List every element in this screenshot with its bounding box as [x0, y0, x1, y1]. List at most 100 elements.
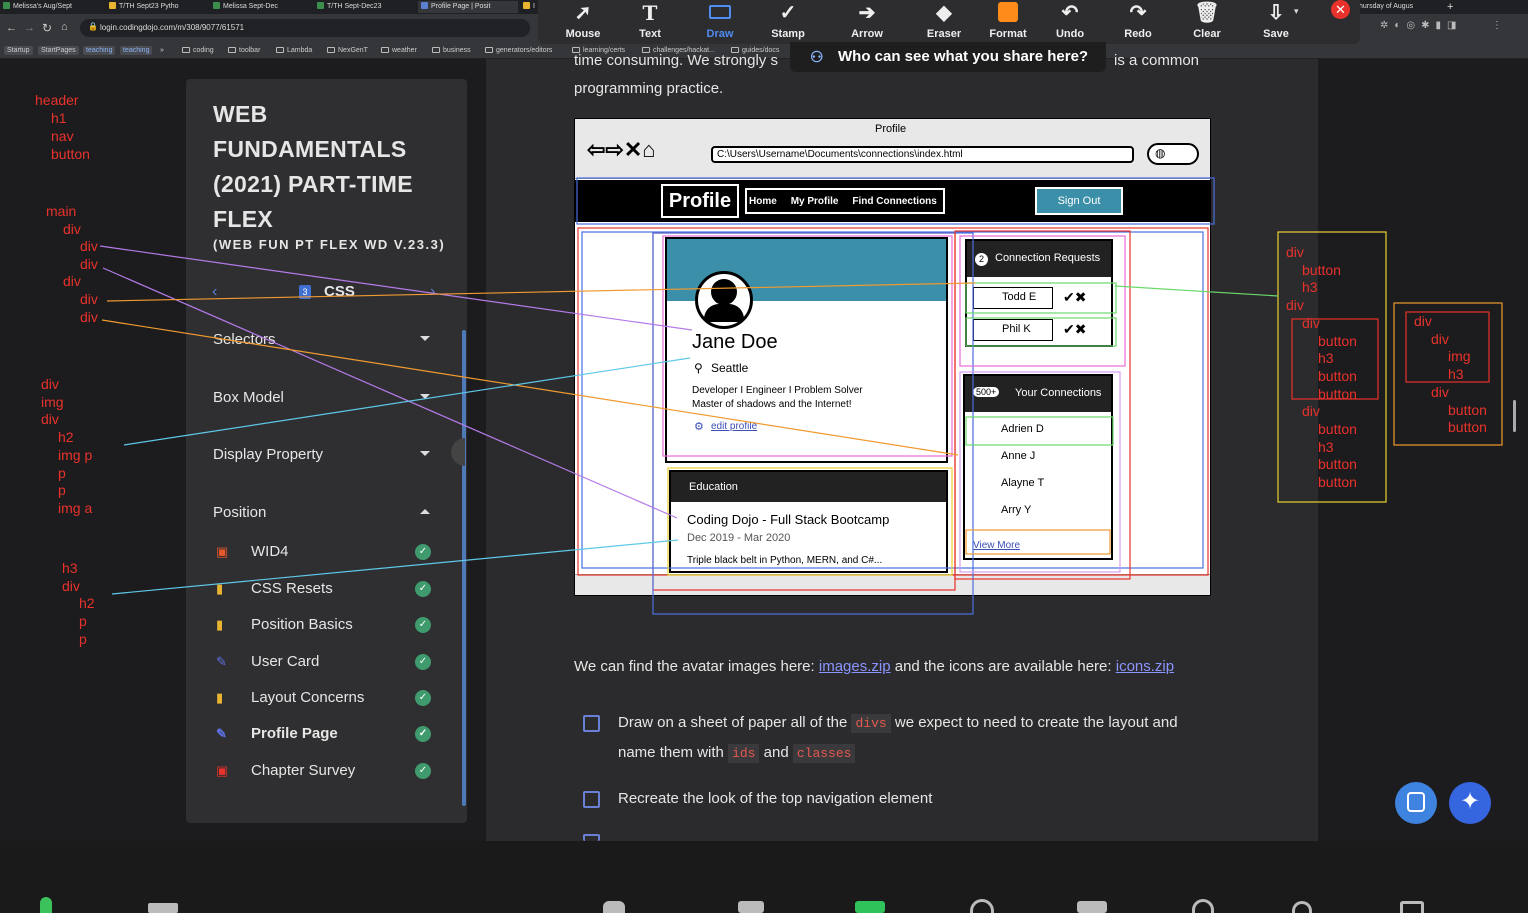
- tool-label: Text: [639, 28, 661, 40]
- drawn-box: [667, 467, 953, 576]
- images-zip-link[interactable]: images.zip: [819, 658, 891, 675]
- redo-icon: ↷: [1129, 2, 1147, 24]
- annotation-text: h3: [1318, 350, 1334, 367]
- drawn-box: [965, 416, 1114, 446]
- annotation-text: div: [1414, 313, 1432, 329]
- arrow-icon: ➔: [858, 2, 876, 24]
- share-visibility-banner[interactable]: ⚇ Who can see what you share here?: [790, 42, 1106, 72]
- drawn-arrow: [101, 319, 959, 456]
- tool-label: Undo: [1055, 28, 1085, 40]
- drawn-arrow: [106, 282, 976, 302]
- drawn-box: [576, 177, 1215, 225]
- tool-label: Clear: [1193, 28, 1221, 40]
- tool-draw[interactable]: Draw: [690, 0, 750, 44]
- reactions-icon[interactable]: [1192, 899, 1214, 913]
- task-1: Draw on a sheet of paper all of the divs…: [618, 708, 1218, 768]
- tool-stamp[interactable]: ✓ Stamp: [758, 0, 818, 44]
- task-checkbox[interactable]: [583, 834, 600, 841]
- tool-label: Format: [989, 28, 1027, 40]
- tool-text[interactable]: T Text: [620, 0, 680, 44]
- paragraph-text: We can find the avatar images here:: [574, 658, 815, 675]
- chevron-down-icon[interactable]: ▾: [1294, 6, 1299, 17]
- annotation-text: div: [1302, 403, 1320, 420]
- undo-icon: ↶: [1061, 2, 1079, 24]
- accessibility-icon: ✦: [1460, 788, 1481, 815]
- annotation-text: img: [1448, 348, 1471, 365]
- annotation-text: button: [1318, 421, 1357, 438]
- drawn-box: [965, 529, 1111, 555]
- annotation-text: button: [1318, 474, 1357, 491]
- paragraph-text: and the icons are available here:: [894, 658, 1112, 675]
- checkmark-icon: ✓: [779, 2, 797, 24]
- chat-button[interactable]: [1395, 782, 1437, 824]
- annotation-text: button: [1318, 367, 1357, 384]
- tool-redo[interactable]: ↷ Redo: [1108, 0, 1168, 44]
- drawn-arrow: [123, 357, 691, 446]
- task-checkbox[interactable]: [583, 715, 600, 732]
- microphone-icon[interactable]: [40, 897, 52, 913]
- inline-code: divs: [851, 714, 891, 733]
- tool-label: Save: [1263, 28, 1289, 40]
- annotation-connections-group: div div img h3 div button button: [1414, 313, 1487, 437]
- inline-code: classes: [792, 744, 856, 763]
- tool-format[interactable]: Format: [978, 0, 1038, 44]
- annotation-text: h3: [1318, 438, 1334, 455]
- drawn-box: [965, 282, 1117, 314]
- person-icon: ⚇: [810, 49, 824, 66]
- tool-label: Eraser: [926, 28, 962, 40]
- trash-icon: 🗑: [1194, 2, 1220, 24]
- chat-icon: [1407, 792, 1425, 812]
- annotation-text: div: [1286, 297, 1304, 314]
- tool-clear[interactable]: 🗑 Clear: [1177, 0, 1237, 44]
- drawn-arrow: [99, 245, 693, 331]
- annotation-text: button: [1448, 419, 1487, 436]
- share-visibility-text: Who can see what you share here?: [838, 48, 1089, 65]
- window-resize-handle[interactable]: [1513, 400, 1516, 432]
- tool-undo[interactable]: ↶ Undo: [1040, 0, 1100, 44]
- annotation-text: button: [1318, 385, 1357, 402]
- tool-arrow[interactable]: ➔ Arrow: [837, 0, 897, 44]
- tool-label: Mouse: [565, 28, 601, 40]
- captions-icon[interactable]: [1077, 901, 1107, 913]
- task-checkbox[interactable]: [583, 791, 600, 808]
- drawn-box: [965, 317, 1117, 347]
- icons-zip-link[interactable]: icons.zip: [1116, 658, 1174, 675]
- eraser-icon: ◆: [936, 2, 952, 24]
- tool-label: Redo: [1124, 28, 1152, 40]
- whiteboard-icon[interactable]: [1400, 901, 1424, 913]
- annotation-text: div: [1431, 383, 1449, 400]
- drawn-box: [662, 235, 953, 457]
- task-text: we expect to need to create the layout a…: [894, 714, 1178, 731]
- inline-code: ids: [728, 744, 760, 763]
- tool-mouse[interactable]: ➚ Mouse: [553, 0, 613, 44]
- chat-icon[interactable]: [738, 901, 764, 913]
- close-annotation-button[interactable]: ✕: [1331, 0, 1350, 19]
- annotation-text: div: [1286, 244, 1304, 260]
- annotation-text: button: [1448, 401, 1487, 418]
- drawn-arrow: [1114, 285, 1279, 297]
- assets-paragraph: We can find the avatar images here: imag…: [574, 652, 1174, 681]
- accessibility-button[interactable]: ✦: [1449, 782, 1491, 824]
- annotation-text: h3: [1448, 366, 1464, 383]
- task-2: Recreate the look of the top navigation …: [618, 790, 933, 807]
- drawn-box: [652, 232, 974, 615]
- tool-label: Arrow: [851, 28, 883, 40]
- text-icon: T: [642, 1, 658, 25]
- drawn-arrow: [111, 539, 679, 595]
- annotation-text: button: [1302, 261, 1341, 278]
- annotation-text: h3: [1302, 279, 1318, 296]
- annotation-text: div: [1431, 330, 1449, 347]
- apps-icon[interactable]: [1292, 901, 1312, 913]
- participants-icon[interactable]: [603, 901, 625, 913]
- draw-icon: [690, 0, 750, 26]
- share-screen-icon[interactable]: [855, 901, 885, 913]
- task-text: name them with: [618, 744, 724, 761]
- tool-label: Stamp: [771, 28, 805, 40]
- meeting-controls-bar: [0, 841, 1528, 913]
- task-text: Draw on a sheet of paper all of the: [618, 714, 848, 731]
- record-icon[interactable]: [970, 899, 994, 913]
- annotation-text: button: [1318, 456, 1357, 473]
- color-swatch-icon: [978, 0, 1038, 26]
- tool-eraser[interactable]: ◆ Eraser: [914, 0, 974, 44]
- cursor-icon: ➚: [574, 2, 592, 24]
